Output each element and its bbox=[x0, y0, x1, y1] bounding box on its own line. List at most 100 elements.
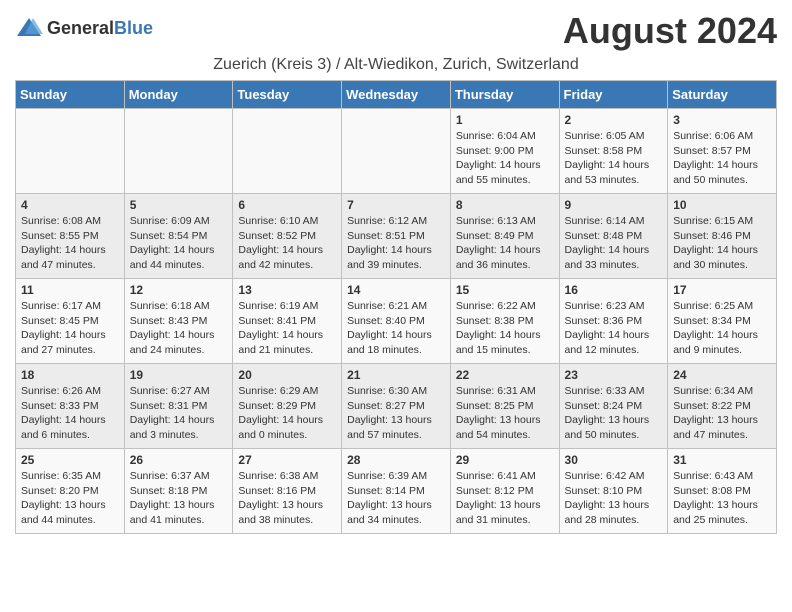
day-number: 20 bbox=[238, 368, 336, 382]
day-info: Sunrise: 6:17 AM Sunset: 8:45 PM Dayligh… bbox=[21, 299, 119, 358]
day-number: 12 bbox=[130, 283, 228, 297]
day-number: 30 bbox=[565, 453, 663, 467]
calendar-cell: 6Sunrise: 6:10 AM Sunset: 8:52 PM Daylig… bbox=[233, 194, 342, 279]
title-area: August 2024 bbox=[563, 10, 777, 52]
subtitle: Zuerich (Kreis 3) / Alt-Wiedikon, Zurich… bbox=[15, 56, 777, 74]
calendar-cell bbox=[233, 109, 342, 194]
day-number: 23 bbox=[565, 368, 663, 382]
calendar-cell bbox=[124, 109, 233, 194]
calendar-cell bbox=[342, 109, 451, 194]
day-number: 13 bbox=[238, 283, 336, 297]
calendar-cell: 11 Sunrise: 6:17 AM Sunset: 8:45 PM Dayli… bbox=[16, 279, 125, 364]
day-header-wednesday: Wednesday bbox=[342, 81, 451, 109]
day-info: Sunrise: 6:30 AM Sunset: 8:27 PM Dayligh… bbox=[347, 384, 445, 443]
calendar-cell: 27 Sunrise: 6:38 AM Sunset: 8:16 PM Dayli… bbox=[233, 449, 342, 534]
day-info: Sunrise: 6:21 AM Sunset: 8:40 PM Dayligh… bbox=[347, 299, 445, 358]
day-header-thursday: Thursday bbox=[450, 81, 559, 109]
calendar-cell: 1Sunrise: 6:04 AM Sunset: 9:00 PM Daylig… bbox=[450, 109, 559, 194]
day-info: Sunrise: 6:38 AM Sunset: 8:16 PM Dayligh… bbox=[238, 469, 336, 528]
calendar-cell: 26Sunrise: 6:37 AM Sunset: 8:18 PM Dayli… bbox=[124, 449, 233, 534]
calendar-cell: 8 Sunrise: 6:13 AM Sunset: 8:49 PM Daylig… bbox=[450, 194, 559, 279]
day-number: 21 bbox=[347, 368, 445, 382]
week-row-5: 25 Sunrise: 6:35 AM Sunset: 8:20 PM Dayli… bbox=[16, 449, 777, 534]
day-info: Sunrise: 6:31 AM Sunset: 8:25 PM Dayligh… bbox=[456, 384, 554, 443]
week-row-4: 18 Sunrise: 6:26 AM Sunset: 8:33 PM Dayli… bbox=[16, 364, 777, 449]
day-info: Sunrise: 6:43 AM Sunset: 8:08 PM Dayligh… bbox=[673, 469, 771, 528]
day-number: 7 bbox=[347, 198, 445, 212]
day-number: 11 bbox=[21, 283, 119, 297]
day-number: 29 bbox=[456, 453, 554, 467]
week-row-3: 11 Sunrise: 6:17 AM Sunset: 8:45 PM Dayli… bbox=[16, 279, 777, 364]
day-info: Sunrise: 6:39 AM Sunset: 8:14 PM Dayligh… bbox=[347, 469, 445, 528]
day-number: 18 bbox=[21, 368, 119, 382]
day-number: 28 bbox=[347, 453, 445, 467]
calendar-cell: 20Sunrise: 6:29 AM Sunset: 8:29 PM Dayli… bbox=[233, 364, 342, 449]
day-number: 31 bbox=[673, 453, 771, 467]
day-number: 10 bbox=[673, 198, 771, 212]
calendar-cell: 29Sunrise: 6:41 AM Sunset: 8:12 PM Dayli… bbox=[450, 449, 559, 534]
day-info: Sunrise: 6:37 AM Sunset: 8:18 PM Dayligh… bbox=[130, 469, 228, 528]
day-number: 2 bbox=[565, 113, 663, 127]
day-number: 6 bbox=[238, 198, 336, 212]
calendar-cell: 24 Sunrise: 6:34 AM Sunset: 8:22 PM Dayli… bbox=[668, 364, 777, 449]
day-info: Sunrise: 6:22 AM Sunset: 8:38 PM Dayligh… bbox=[456, 299, 554, 358]
day-info: Sunrise: 6:19 AM Sunset: 8:41 PM Dayligh… bbox=[238, 299, 336, 358]
day-info: Sunrise: 6:06 AM Sunset: 8:57 PM Dayligh… bbox=[673, 129, 771, 188]
day-number: 14 bbox=[347, 283, 445, 297]
day-info: Sunrise: 6:27 AM Sunset: 8:31 PM Dayligh… bbox=[130, 384, 228, 443]
logo: GeneralBlue bbox=[15, 14, 153, 42]
day-number: 24 bbox=[673, 368, 771, 382]
day-header-saturday: Saturday bbox=[668, 81, 777, 109]
day-info: Sunrise: 6:15 AM Sunset: 8:46 PM Dayligh… bbox=[673, 214, 771, 273]
logo-icon bbox=[15, 14, 43, 42]
calendar-cell: 4Sunrise: 6:08 AM Sunset: 8:55 PM Daylig… bbox=[16, 194, 125, 279]
day-header-monday: Monday bbox=[124, 81, 233, 109]
day-info: Sunrise: 6:12 AM Sunset: 8:51 PM Dayligh… bbox=[347, 214, 445, 273]
day-info: Sunrise: 6:26 AM Sunset: 8:33 PM Dayligh… bbox=[21, 384, 119, 443]
calendar-cell: 7 Sunrise: 6:12 AM Sunset: 8:51 PM Daylig… bbox=[342, 194, 451, 279]
calendar-cell: 13 Sunrise: 6:19 AM Sunset: 8:41 PM Dayli… bbox=[233, 279, 342, 364]
day-info: Sunrise: 6:33 AM Sunset: 8:24 PM Dayligh… bbox=[565, 384, 663, 443]
day-info: Sunrise: 6:14 AM Sunset: 8:48 PM Dayligh… bbox=[565, 214, 663, 273]
day-info: Sunrise: 6:34 AM Sunset: 8:22 PM Dayligh… bbox=[673, 384, 771, 443]
day-number: 19 bbox=[130, 368, 228, 382]
calendar-cell: 3Sunrise: 6:06 AM Sunset: 8:57 PM Daylig… bbox=[668, 109, 777, 194]
calendar-cell: 19 Sunrise: 6:27 AM Sunset: 8:31 PM Dayli… bbox=[124, 364, 233, 449]
calendar-cell: 30 Sunrise: 6:42 AM Sunset: 8:10 PM Dayli… bbox=[559, 449, 668, 534]
calendar-cell: 14 Sunrise: 6:21 AM Sunset: 8:40 PM Dayli… bbox=[342, 279, 451, 364]
day-info: Sunrise: 6:35 AM Sunset: 8:20 PM Dayligh… bbox=[21, 469, 119, 528]
day-info: Sunrise: 6:05 AM Sunset: 8:58 PM Dayligh… bbox=[565, 129, 663, 188]
calendar-cell: 16Sunrise: 6:23 AM Sunset: 8:36 PM Dayli… bbox=[559, 279, 668, 364]
calendar-cell: 12 Sunrise: 6:18 AM Sunset: 8:43 PM Dayli… bbox=[124, 279, 233, 364]
calendar-cell: 9 Sunrise: 6:14 AM Sunset: 8:48 PM Daylig… bbox=[559, 194, 668, 279]
day-info: Sunrise: 6:18 AM Sunset: 8:43 PM Dayligh… bbox=[130, 299, 228, 358]
calendar-cell: 17Sunrise: 6:25 AM Sunset: 8:34 PM Dayli… bbox=[668, 279, 777, 364]
header-row: SundayMondayTuesdayWednesdayThursdayFrid… bbox=[16, 81, 777, 109]
calendar-cell: 21 Sunrise: 6:30 AM Sunset: 8:27 PM Dayli… bbox=[342, 364, 451, 449]
calendar-cell: 22 Sunrise: 6:31 AM Sunset: 8:25 PM Dayli… bbox=[450, 364, 559, 449]
day-header-tuesday: Tuesday bbox=[233, 81, 342, 109]
day-number: 15 bbox=[456, 283, 554, 297]
calendar-cell: 15 Sunrise: 6:22 AM Sunset: 8:38 PM Dayli… bbox=[450, 279, 559, 364]
day-info: Sunrise: 6:09 AM Sunset: 8:54 PM Dayligh… bbox=[130, 214, 228, 273]
day-number: 8 bbox=[456, 198, 554, 212]
day-number: 27 bbox=[238, 453, 336, 467]
week-row-1: 1Sunrise: 6:04 AM Sunset: 9:00 PM Daylig… bbox=[16, 109, 777, 194]
day-number: 1 bbox=[456, 113, 554, 127]
main-title: August 2024 bbox=[563, 10, 777, 52]
logo-blue: Blue bbox=[114, 18, 153, 38]
calendar-cell: 10 Sunrise: 6:15 AM Sunset: 8:46 PM Dayli… bbox=[668, 194, 777, 279]
day-info: Sunrise: 6:13 AM Sunset: 8:49 PM Dayligh… bbox=[456, 214, 554, 273]
calendar-cell: 18 Sunrise: 6:26 AM Sunset: 8:33 PM Dayli… bbox=[16, 364, 125, 449]
day-number: 16 bbox=[565, 283, 663, 297]
day-number: 9 bbox=[565, 198, 663, 212]
day-number: 25 bbox=[21, 453, 119, 467]
day-info: Sunrise: 6:25 AM Sunset: 8:34 PM Dayligh… bbox=[673, 299, 771, 358]
calendar-cell: 25 Sunrise: 6:35 AM Sunset: 8:20 PM Dayli… bbox=[16, 449, 125, 534]
logo-general: General bbox=[47, 18, 114, 38]
day-info: Sunrise: 6:08 AM Sunset: 8:55 PM Dayligh… bbox=[21, 214, 119, 273]
day-info: Sunrise: 6:42 AM Sunset: 8:10 PM Dayligh… bbox=[565, 469, 663, 528]
day-number: 22 bbox=[456, 368, 554, 382]
day-header-sunday: Sunday bbox=[16, 81, 125, 109]
week-row-2: 4Sunrise: 6:08 AM Sunset: 8:55 PM Daylig… bbox=[16, 194, 777, 279]
